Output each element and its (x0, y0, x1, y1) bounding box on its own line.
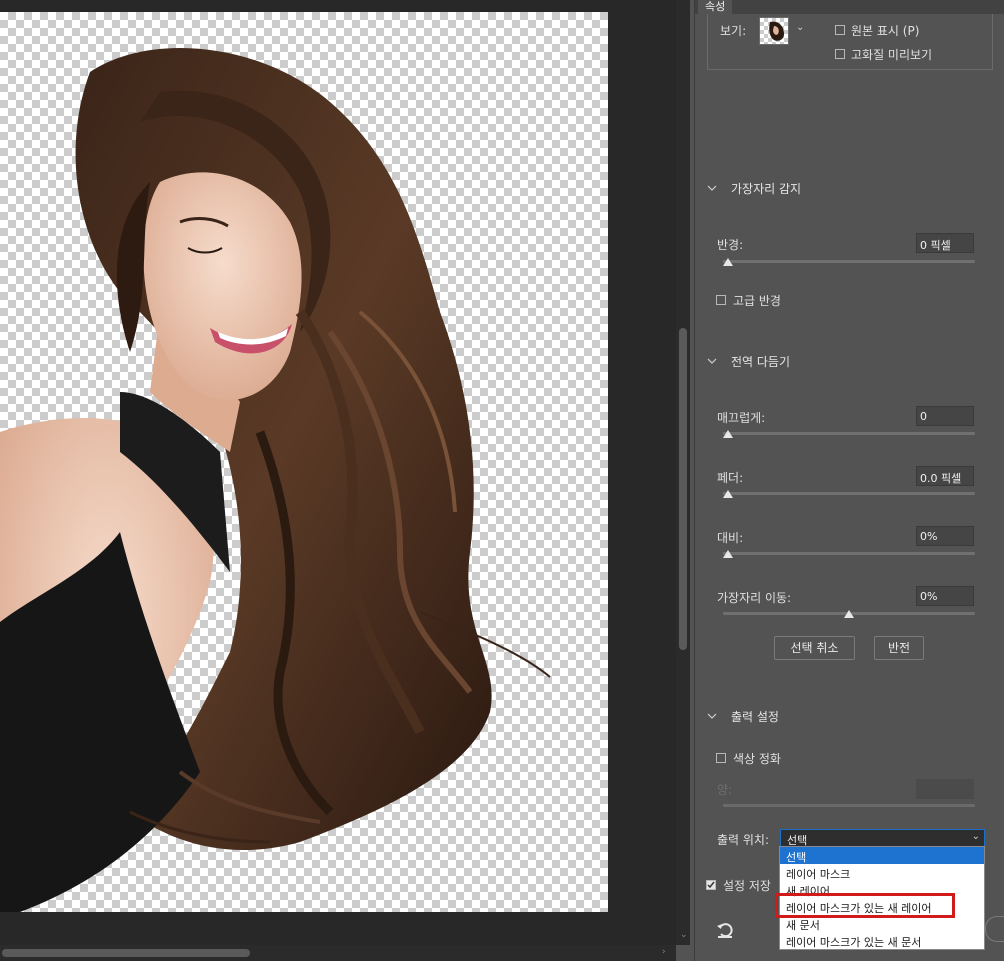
ok-button-edge[interactable] (985, 916, 1004, 942)
cutout-portrait-image (0, 48, 551, 912)
show-original-label: 원본 표시 (P) (851, 24, 920, 38)
show-original-checkbox[interactable] (835, 25, 845, 35)
scroll-right-arrow-icon[interactable]: › (662, 947, 666, 957)
shift-edge-field[interactable]: 0% (916, 586, 974, 606)
high-quality-preview-label: 고화질 미리보기 (851, 48, 933, 62)
smooth-slider-thumb[interactable] (723, 430, 733, 438)
global-refinements-title[interactable]: 전역 다듬기 (731, 353, 790, 370)
option-layer-mask[interactable]: 레이어 마스크 (780, 864, 984, 881)
chevron-down-icon: ⌄ (971, 831, 980, 842)
edge-detection-chevron-down-icon[interactable] (707, 183, 717, 193)
view-mode-thumbnail[interactable] (759, 17, 789, 45)
contrast-slider-thumb[interactable] (723, 550, 733, 558)
panel-tab-bar: 속성 (695, 0, 1004, 14)
smooth-field[interactable]: 0 (916, 406, 974, 426)
high-quality-preview-checkbox[interactable] (835, 49, 845, 59)
amount-label: 양: (717, 783, 733, 797)
smart-radius-label: 고급 반경 (733, 294, 781, 308)
canvas-area[interactable] (0, 0, 676, 961)
contrast-slider[interactable] (723, 552, 975, 555)
tab-properties[interactable]: 속성 (698, 0, 733, 14)
remember-settings-label: 설정 저장 (723, 879, 771, 893)
radius-field[interactable]: 0 픽셀 (916, 233, 974, 253)
reset-icon[interactable] (715, 920, 735, 940)
properties-panel: 속성 보기: ⌄ 원본 표시 (P) 고화질 미리보기 가장자리 감지 반경: … (694, 0, 1004, 961)
shift-edge-label: 가장자리 이동: (717, 591, 792, 605)
global-refinements-chevron-down-icon[interactable] (707, 356, 717, 366)
output-to-label: 출력 위치: (717, 833, 770, 847)
document-canvas[interactable] (0, 12, 608, 912)
vertical-scroll-thumb[interactable] (679, 328, 687, 650)
radius-slider[interactable] (723, 260, 975, 263)
output-settings-chevron-down-icon[interactable] (707, 711, 717, 721)
invert-button[interactable]: 반전 (874, 636, 924, 660)
contrast-field[interactable]: 0% (916, 526, 974, 546)
feather-slider[interactable] (723, 492, 975, 495)
output-settings-title[interactable]: 출력 설정 (731, 708, 779, 725)
smart-radius-checkbox[interactable] (716, 295, 726, 305)
edge-detection-title[interactable]: 가장자리 감지 (731, 180, 801, 197)
clear-selection-button[interactable]: 선택 취소 (774, 636, 855, 660)
smooth-label: 매끄럽게: (717, 411, 766, 425)
scroll-down-arrow-icon[interactable]: ⌄ (680, 930, 688, 940)
view-mode-group (707, 14, 993, 70)
decontaminate-colors-checkbox[interactable] (716, 753, 726, 763)
view-mode-chevron-down-icon[interactable]: ⌄ (796, 22, 804, 33)
option-new-document-with-mask[interactable]: 레이어 마스크가 있는 새 문서 (780, 932, 984, 949)
shift-edge-slider-thumb[interactable] (844, 610, 854, 618)
highlight-annotation (775, 893, 955, 918)
horizontal-scroll-thumb[interactable] (2, 949, 250, 957)
radius-slider-thumb[interactable] (723, 258, 733, 266)
radius-label: 반경: (717, 238, 744, 252)
contrast-label: 대비: (717, 531, 744, 545)
option-selection[interactable]: 선택 (780, 847, 984, 864)
smooth-slider[interactable] (723, 432, 975, 435)
feather-slider-thumb[interactable] (723, 490, 733, 498)
amount-slider (723, 804, 975, 807)
decontaminate-colors-label: 색상 정화 (733, 752, 781, 766)
feather-label: 페더: (717, 471, 744, 485)
remember-settings-checkbox[interactable] (706, 880, 716, 890)
amount-field (916, 779, 974, 799)
view-label: 보기: (720, 24, 747, 38)
feather-field[interactable]: 0.0 픽셀 (916, 466, 974, 486)
